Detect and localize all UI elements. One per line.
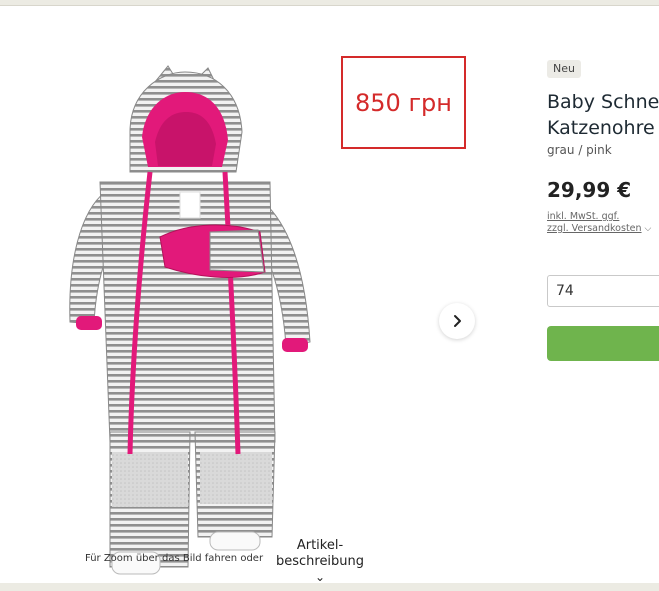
size-select[interactable]: 74 bbox=[547, 275, 659, 307]
product-color: grau / pink bbox=[547, 143, 612, 157]
product-price: 29,99 € bbox=[547, 178, 632, 202]
product-image[interactable] bbox=[60, 62, 330, 580]
bottom-bar bbox=[0, 583, 659, 591]
shipping-link[interactable]: zzgl. Versandkosten bbox=[547, 223, 642, 234]
product-title: Baby Schne Katzenohre bbox=[547, 89, 659, 141]
chevron-right-icon bbox=[454, 315, 461, 327]
chevron-down-icon: ⌄ bbox=[314, 570, 326, 584]
tax-line[interactable]: inkl. MwSt. ggf. bbox=[547, 211, 651, 223]
tab-description[interactable]: Artikel- beschreibung ⌄ bbox=[265, 538, 375, 583]
product-title-line2: Katzenohre bbox=[547, 117, 655, 139]
price-overlay-text: 850 грн bbox=[355, 88, 452, 117]
zoom-hint: Für Zoom über das Bild fahren oder k bbox=[85, 553, 270, 564]
tab-description-line2: beschreibung bbox=[275, 554, 365, 569]
top-bar bbox=[0, 0, 659, 6]
price-overlay: 850 грн bbox=[341, 56, 466, 149]
tab-description-line1: Artikel- bbox=[296, 538, 344, 553]
product-title-line1: Baby Schne bbox=[547, 91, 659, 113]
tax-info[interactable]: inkl. MwSt. ggf. zzgl. Versandkosten ⌵ bbox=[547, 211, 651, 235]
next-image-button[interactable] bbox=[439, 303, 475, 339]
chevron-down-icon: ⌵ bbox=[644, 224, 652, 234]
add-to-cart-button[interactable] bbox=[547, 326, 659, 361]
new-badge: Neu bbox=[547, 60, 581, 78]
